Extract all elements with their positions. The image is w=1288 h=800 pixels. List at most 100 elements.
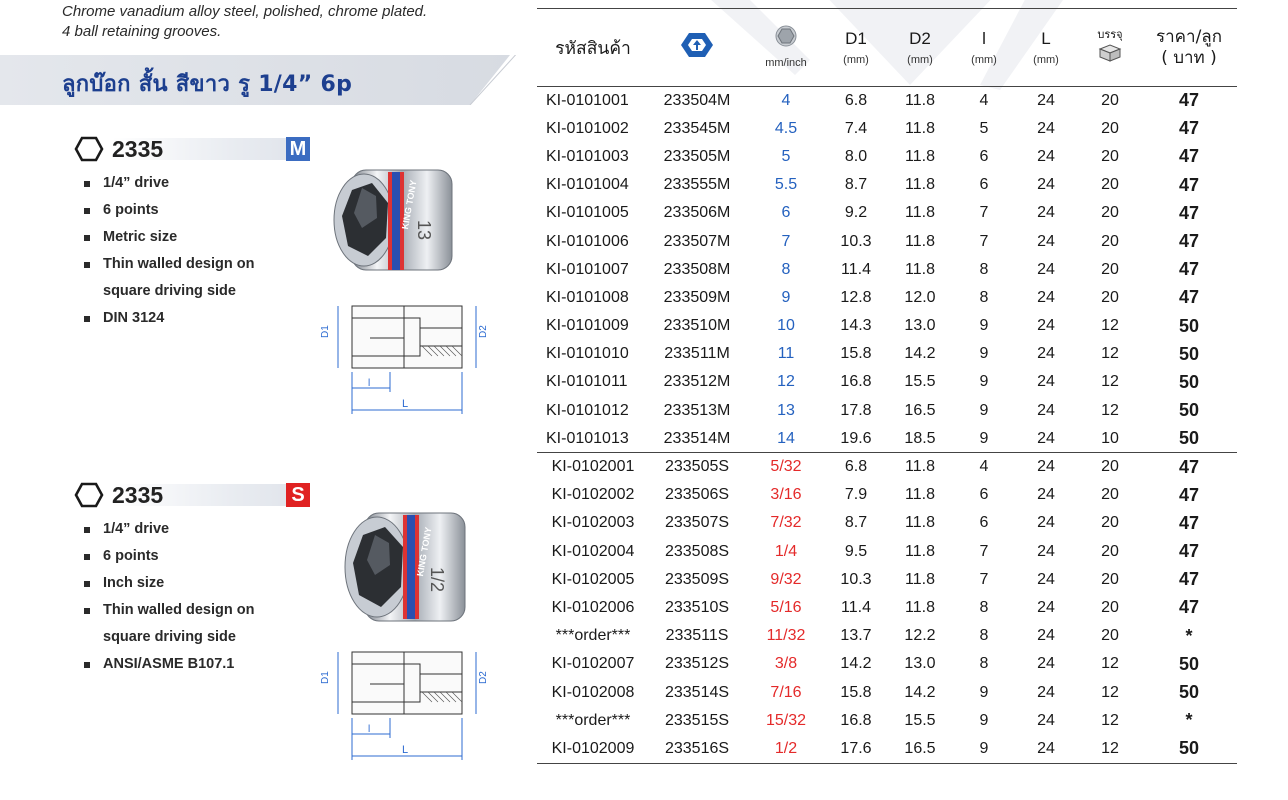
product-code: KI-0101005 bbox=[546, 204, 629, 222]
feature-item: 1/4” drive bbox=[84, 516, 254, 543]
header-brand bbox=[649, 8, 745, 87]
product-code: KI-0102004 bbox=[551, 542, 635, 560]
d1-value: 15.8 bbox=[840, 683, 872, 701]
model-number: 233507M bbox=[663, 232, 731, 250]
header-l-small-label: l bbox=[982, 28, 986, 48]
table-row: KI-0101004 233555M 5.5 8.7 11.8 6 24 20 47 bbox=[537, 171, 1237, 199]
d1-value: 8.7 bbox=[844, 176, 868, 194]
pack-qty: 20 bbox=[1101, 119, 1119, 137]
l-big-value: 24 bbox=[1037, 345, 1055, 363]
pack-qty: 20 bbox=[1101, 598, 1119, 616]
feature-item: 6 points bbox=[84, 197, 254, 224]
hexagon-icon bbox=[74, 136, 104, 162]
size: 7/16 bbox=[770, 683, 802, 701]
l-big-value: 24 bbox=[1037, 232, 1055, 250]
d2-value: 11.8 bbox=[905, 119, 935, 137]
size: 6 bbox=[781, 204, 791, 222]
product-code: KI-0102002 bbox=[551, 486, 635, 504]
model-number: 233512M bbox=[663, 373, 731, 391]
d1-value: 9.5 bbox=[844, 542, 868, 560]
header-l-small: l (mm) bbox=[955, 8, 1013, 87]
d2-value: 11.8 bbox=[905, 91, 935, 109]
table-body: KI-0101001 233504M 4 6.8 11.8 4 24 20 47 KI-01010… bbox=[537, 87, 1237, 764]
product-code: KI-0102003 bbox=[551, 514, 635, 532]
table-row: KI-0101010 233511M 11 15.8 14.2 9 24 12 50 bbox=[537, 340, 1237, 368]
size: 1/4 bbox=[774, 542, 798, 560]
inch-badge: S bbox=[286, 483, 310, 507]
l-big-value: 24 bbox=[1037, 176, 1055, 194]
l-big-value: 24 bbox=[1037, 711, 1055, 729]
l-big-value: 24 bbox=[1037, 401, 1055, 419]
feature-item: ANSI/ASME B107.1 bbox=[84, 651, 254, 678]
size: 13 bbox=[777, 401, 795, 419]
l-big-value: 24 bbox=[1037, 373, 1055, 391]
pack-qty: 20 bbox=[1101, 542, 1119, 560]
header-d1-unit: (mm) bbox=[843, 53, 869, 66]
pack-qty: 12 bbox=[1101, 373, 1119, 391]
table-row: KI-0102005 233509S 9/32 10.3 11.8 7 24 20 47 bbox=[537, 566, 1237, 594]
model-number: 233514M bbox=[663, 429, 731, 447]
d1-value: 14.3 bbox=[840, 317, 872, 335]
d2-label: D2 bbox=[478, 671, 489, 684]
product-code: ***order*** bbox=[555, 711, 631, 729]
l-big-value: 24 bbox=[1037, 655, 1055, 673]
size: 8 bbox=[781, 260, 791, 278]
header-code: รหัสสินค้า bbox=[537, 8, 649, 87]
table-row: KI-0102008 233514S 7/16 15.8 14.2 9 24 12 50 bbox=[537, 678, 1237, 706]
pack-qty: 20 bbox=[1101, 147, 1119, 165]
price: 47 bbox=[1141, 452, 1237, 482]
header-l-small-unit: (mm) bbox=[971, 53, 997, 66]
price: * bbox=[1185, 710, 1193, 731]
product-code: KI-0101008 bbox=[546, 288, 629, 306]
model-number: 233506M bbox=[663, 204, 731, 222]
pack-qty: 20 bbox=[1101, 260, 1119, 278]
product-code: KI-0102001 bbox=[537, 452, 649, 482]
kingtony-logo-icon bbox=[681, 33, 713, 57]
pack-qty: 12 bbox=[1101, 317, 1119, 335]
feature-item: 6 points bbox=[84, 543, 254, 570]
table-row: KI-0102004 233508S 1/4 9.5 11.8 7 24 20 47 bbox=[537, 538, 1237, 566]
socket-marking: 1/2 bbox=[427, 567, 447, 592]
size: 11 bbox=[777, 345, 795, 363]
l-small-label: l bbox=[368, 378, 370, 389]
d2-value: 18.5 bbox=[904, 429, 936, 447]
feature-item: Thin walled design on bbox=[84, 251, 254, 278]
d2-value: 12.0 bbox=[904, 288, 936, 306]
l-small-value: 8 bbox=[979, 260, 989, 278]
pack-qty: 20 bbox=[1101, 176, 1119, 194]
model-number: 233510S bbox=[664, 598, 730, 616]
pack-qty: 12 bbox=[1101, 683, 1119, 701]
price: 47 bbox=[1178, 90, 1200, 111]
d2-value: 11.8 bbox=[905, 204, 935, 222]
l-big-value: 24 bbox=[1037, 683, 1055, 701]
l-big-value: 24 bbox=[1037, 119, 1055, 137]
d2-value: 16.5 bbox=[904, 401, 936, 419]
d2-value: 16.5 bbox=[885, 734, 955, 764]
price: * bbox=[1185, 625, 1193, 646]
l-small-value: 7 bbox=[979, 570, 989, 588]
section-title: ลูกบ๊อก สั้น สีขาว รู 1/4” 6p bbox=[62, 72, 353, 97]
header-code-label: รหัสสินค้า bbox=[555, 38, 631, 59]
pack-qty: 20 bbox=[1101, 486, 1119, 504]
d2-value: 11.8 bbox=[905, 232, 935, 250]
pack-qty: 20 bbox=[1101, 627, 1119, 645]
pack-qty: 20 bbox=[1101, 91, 1119, 109]
model-number: 233512S bbox=[664, 655, 730, 673]
pack-qty: 20 bbox=[1101, 288, 1119, 306]
d2-value: 11.8 bbox=[905, 176, 935, 194]
model-number: 233509M bbox=[663, 288, 731, 306]
pack-qty: 20 bbox=[1101, 232, 1119, 250]
product-code: KI-0101001 bbox=[546, 91, 629, 109]
price: 50 bbox=[1178, 428, 1200, 449]
price: 47 bbox=[1178, 231, 1200, 252]
price: 47 bbox=[1178, 287, 1200, 308]
price: 47 bbox=[1178, 146, 1200, 167]
l-small-label: l bbox=[368, 724, 370, 735]
intro-line-1: Chrome vanadium alloy steel, polished, c… bbox=[62, 3, 428, 20]
header-d1: D1 (mm) bbox=[827, 8, 885, 87]
l-big-value: 24 bbox=[1037, 317, 1055, 335]
size: 7 bbox=[781, 232, 791, 250]
price: 50 bbox=[1178, 343, 1200, 364]
l-small-value: 6 bbox=[979, 514, 989, 532]
d2-value: 11.8 bbox=[905, 570, 935, 588]
